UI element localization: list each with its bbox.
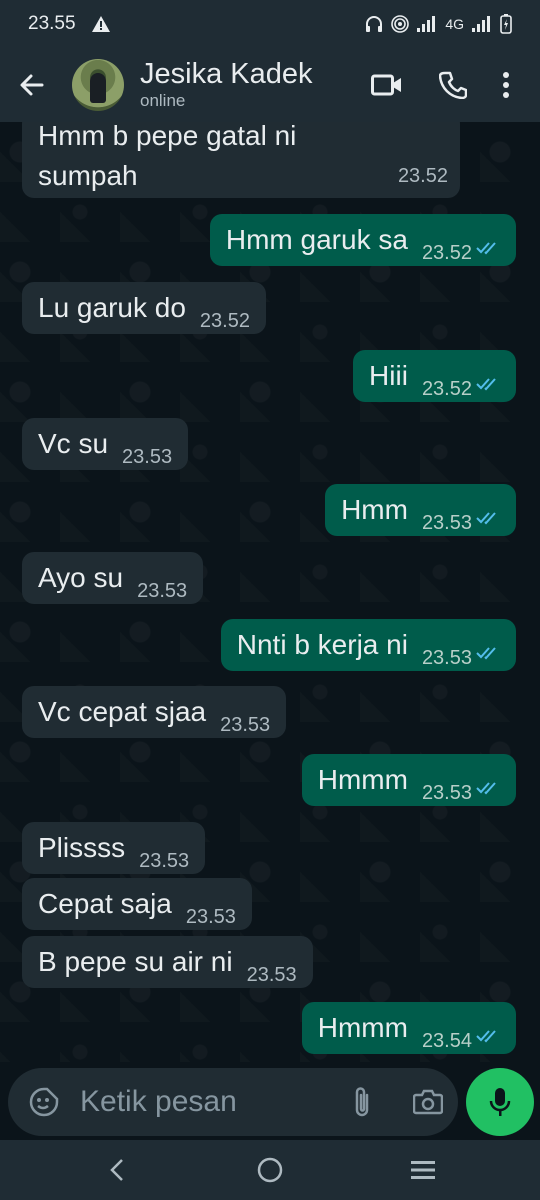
contact-status: online <box>140 91 186 110</box>
network-type: 4G <box>445 16 464 32</box>
warning-icon <box>91 16 110 32</box>
headphones-icon <box>366 16 383 32</box>
message-incoming[interactable]: Vc cepat sjaa 23.53 <box>22 686 287 738</box>
message-incoming[interactable]: B pepe su air ni 23.53 <box>22 936 313 988</box>
nav-back-button[interactable] <box>87 1140 147 1200</box>
voice-message-button[interactable] <box>466 1068 534 1136</box>
nav-home-button[interactable] <box>240 1140 300 1200</box>
status-bar: 23.55 4G <box>0 0 540 48</box>
back-button[interactable] <box>0 48 64 122</box>
status-time: 23.55 <box>28 13 76 34</box>
message-input[interactable] <box>80 1085 330 1119</box>
read-ticks-icon <box>476 512 496 525</box>
battery-icon <box>500 14 512 34</box>
nav-recents-icon <box>411 1161 436 1179</box>
status-icons: 4G <box>365 14 512 34</box>
signal-icon-2 <box>472 16 490 32</box>
message-outgoing[interactable]: Hmm garuk sa 23.52 <box>209 214 516 266</box>
read-ticks-icon <box>476 242 496 255</box>
emoji-sticker-icon <box>29 1087 59 1117</box>
chat-header: Jesika Kadek online <box>0 48 540 122</box>
system-nav-bar <box>0 1140 540 1200</box>
message-incoming[interactable]: Plissss 23.53 <box>22 822 206 874</box>
more-options-button[interactable] <box>486 48 526 122</box>
contact-info[interactable]: Jesika Kadek online <box>140 58 313 112</box>
more-options-icon <box>503 72 509 98</box>
message-outgoing[interactable]: Hmmm 23.53 <box>301 754 516 806</box>
emoji-sticker-button[interactable] <box>24 1082 64 1122</box>
mic-icon <box>489 1088 511 1116</box>
message-input-container <box>8 1068 458 1136</box>
read-ticks-icon <box>476 378 496 391</box>
read-ticks-icon <box>476 647 496 660</box>
message-incoming[interactable]: Lu garuk do 23.52 <box>22 282 266 334</box>
message-incoming[interactable]: Cepat saja 23.53 <box>22 878 252 930</box>
message-outgoing[interactable]: Hmm 23.53 <box>325 484 516 536</box>
chat-messages[interactable]: Hmm b pepe gatal ni sumpah 23.52 Hmm gar… <box>0 122 540 1062</box>
contact-name: Jesika Kadek <box>140 58 313 90</box>
avatar[interactable] <box>72 59 124 111</box>
hotspot-icon <box>391 15 410 33</box>
message-incoming[interactable]: Hmm b pepe gatal ni sumpah 23.52 <box>22 122 460 198</box>
attach-button[interactable] <box>342 1082 382 1122</box>
message-incoming[interactable]: Ayo su 23.53 <box>22 552 204 604</box>
video-call-button[interactable] <box>354 48 420 122</box>
attach-icon <box>355 1087 369 1117</box>
video-call-icon <box>371 74 401 96</box>
nav-home-icon <box>257 1157 283 1183</box>
message-incoming[interactable]: Vc su 23.53 <box>22 418 189 470</box>
camera-icon <box>413 1089 443 1115</box>
message-outgoing[interactable]: Nnti b kerja ni 23.53 <box>220 619 516 671</box>
nav-back-icon <box>109 1159 123 1181</box>
signal-icon <box>417 16 436 32</box>
message-composer <box>0 1066 540 1140</box>
camera-button[interactable] <box>408 1082 448 1122</box>
read-ticks-icon <box>476 782 496 795</box>
voice-call-button[interactable] <box>420 48 486 122</box>
nav-recents-button[interactable] <box>393 1140 453 1200</box>
voice-call-icon <box>439 71 467 99</box>
back-arrow-icon <box>20 74 44 96</box>
read-ticks-icon <box>476 1030 496 1043</box>
message-outgoing[interactable]: Hmmm 23.54 <box>301 1002 516 1054</box>
message-outgoing[interactable]: Hiii 23.52 <box>353 350 516 402</box>
